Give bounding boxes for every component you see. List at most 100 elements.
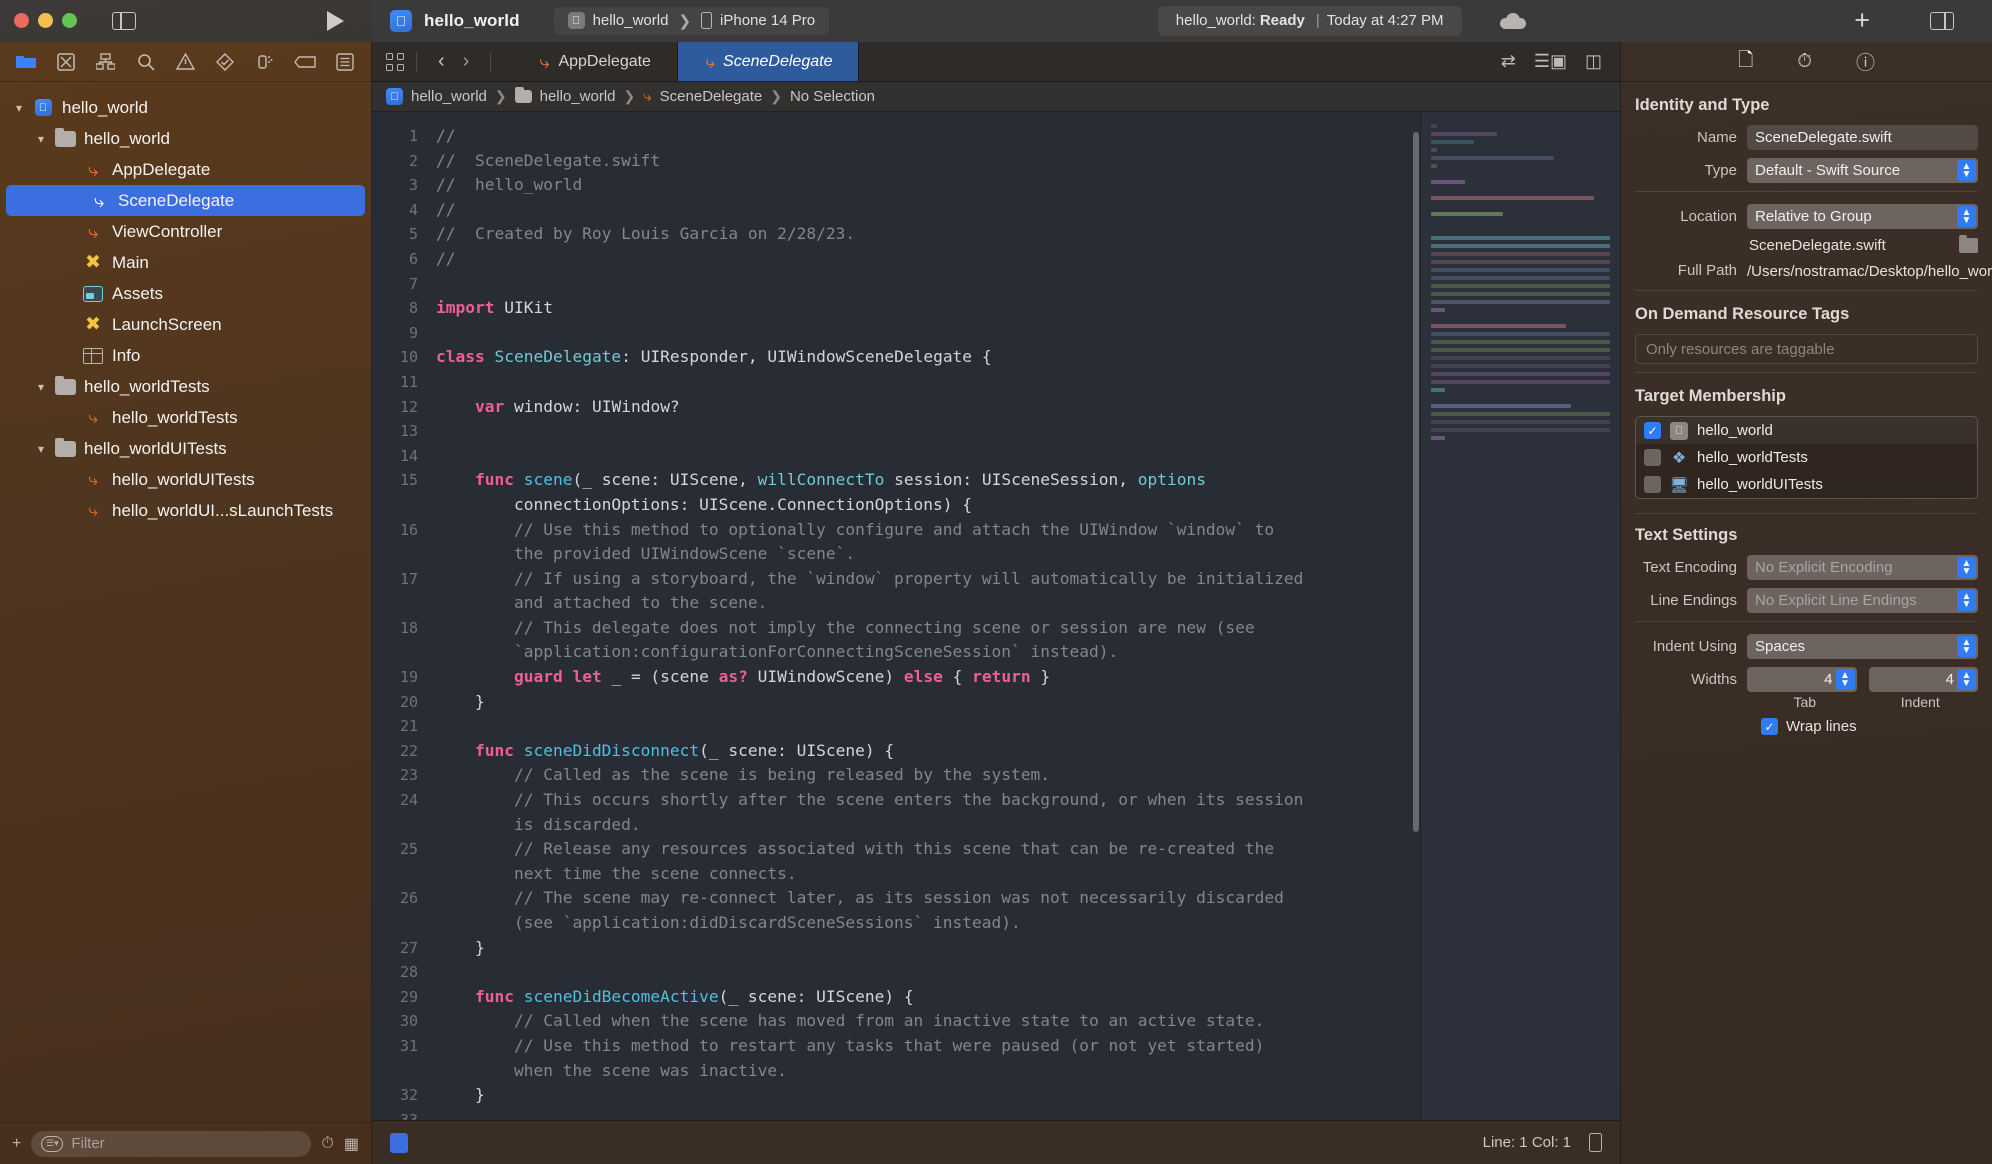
tree-item-hello-worlduitests[interactable]: ⤷ hello_worldUITests (0, 464, 371, 495)
tree-item-scenedelegate[interactable]: ⤷ SceneDelegate (6, 185, 365, 216)
disclosure-triangle-icon[interactable]: ▾ (30, 380, 52, 394)
line-endings-select[interactable]: No Explicit Line Endings ▲ ▼ (1747, 588, 1978, 613)
code-line[interactable]: // Use this method to restart any tasks … (436, 1034, 1420, 1083)
code-line[interactable]: } (436, 936, 1420, 961)
indent-using-select[interactable]: Spaces ▲ ▼ (1747, 634, 1978, 659)
breakpoint-icon[interactable] (390, 1132, 408, 1153)
add-file-button[interactable]: + (12, 1135, 21, 1153)
add-editor-button[interactable]: + (1854, 7, 1870, 34)
breadcrumb-item-group[interactable]: hello_world (540, 88, 616, 105)
breakpoint-icon[interactable] (285, 42, 325, 82)
code-line[interactable]: class SceneDelegate: UIResponder, UIWind… (436, 345, 1420, 370)
code-line[interactable] (436, 960, 1420, 985)
tab-grid-icon[interactable] (386, 52, 404, 71)
code-line[interactable]: // Created by Roy Louis Garcia on 2/28/2… (436, 222, 1420, 247)
tree-item-hello-world[interactable]: ▾  hello_world (0, 92, 371, 123)
tree-item-main[interactable]: ✖ Main (0, 247, 371, 278)
checkbox-checked-icon[interactable]: ✓ (1644, 422, 1661, 439)
report-icon[interactable] (325, 42, 365, 82)
code-line[interactable]: // Called when the scene has moved from … (436, 1009, 1420, 1034)
debug-icon[interactable] (245, 42, 285, 82)
navigate-back-button[interactable]: ‹ (429, 50, 454, 73)
chevron-updown-icon[interactable]: ▲ ▼ (1957, 206, 1976, 227)
code-line[interactable] (436, 1108, 1420, 1120)
tree-item-hello-worldtests[interactable]: ⤷ hello_worldTests (0, 402, 371, 433)
disclosure-triangle-icon[interactable]: ▾ (30, 442, 52, 456)
code-line[interactable]: func scene(_ scene: UIScene, willConnect… (436, 468, 1420, 517)
history-inspector-icon[interactable]: ⏱ (1797, 51, 1812, 73)
scheme-destination-picker[interactable]:  hello_world ❯ iPhone 14 Pro (553, 6, 830, 35)
search-icon[interactable] (126, 42, 166, 82)
file-inspector-icon[interactable]: 🗋 (1738, 46, 1753, 78)
checkbox-checked-icon[interactable]: ✓ (1761, 718, 1778, 735)
code-line[interactable] (436, 370, 1420, 395)
indent-width-stepper[interactable]: 4 ▲ ▼ (1868, 667, 1978, 692)
tree-item-assets[interactable]: Assets (0, 278, 371, 309)
breadcrumb-item-selection[interactable]: No Selection (790, 88, 875, 105)
breadcrumb-item-file[interactable]: SceneDelegate (660, 88, 763, 105)
code-line[interactable]: // (436, 198, 1420, 223)
sidebar-toggle-icon[interactable] (112, 11, 136, 30)
code-line[interactable]: // This occurs shortly after the scene e… (436, 788, 1420, 837)
checkbox-unchecked-icon[interactable] (1644, 476, 1661, 493)
tab-width-stepper[interactable]: 4 ▲ ▼ (1747, 667, 1857, 692)
code-line[interactable]: guard let _ = (scene as? UIWindowScene) … (436, 665, 1420, 690)
code-line[interactable]: // hello_world (436, 173, 1420, 198)
code-line[interactable]: // SceneDelegate.swift (436, 149, 1420, 174)
code-line[interactable] (436, 714, 1420, 739)
chevron-updown-icon[interactable]: ▲ ▼ (1957, 636, 1976, 657)
location-select[interactable]: Relative to Group ▲ ▼ (1747, 204, 1978, 229)
inspector-toggle-icon[interactable] (1930, 11, 1954, 30)
warning-icon[interactable] (166, 42, 206, 82)
code-line[interactable]: // If using a storyboard, the `window` p… (436, 567, 1420, 616)
choose-folder-icon[interactable] (1959, 235, 1978, 253)
chevron-updown-icon[interactable]: ▲ ▼ (1957, 669, 1976, 690)
breadcrumb-item-project[interactable]: hello_world (411, 88, 487, 105)
code-line[interactable]: // (436, 247, 1420, 272)
symbol-hierarchy-icon[interactable] (86, 42, 126, 82)
close-window-button[interactable] (14, 13, 29, 28)
chevron-updown-icon[interactable]: ▲ ▼ (1957, 590, 1976, 611)
navigate-forward-button[interactable]: › (454, 50, 479, 73)
wrap-lines-row[interactable]: ✓ Wrap lines (1621, 718, 1992, 735)
clock-icon[interactable]: ⏱ (321, 1135, 333, 1153)
run-play-icon[interactable] (327, 10, 344, 31)
code-line[interactable]: func sceneDidDisconnect(_ scene: UIScene… (436, 739, 1420, 764)
chevron-updown-icon[interactable]: ▲ ▼ (1957, 557, 1976, 578)
target-row-hello-world[interactable]: ✓  hello_world (1636, 417, 1977, 444)
zoom-window-button[interactable] (62, 13, 77, 28)
test-icon[interactable] (205, 42, 245, 82)
grid-filter-icon[interactable]: ▦ (344, 1134, 359, 1154)
code-line[interactable]: } (436, 690, 1420, 715)
code-line[interactable] (436, 272, 1420, 297)
tree-item-appdelegate[interactable]: ⤷ AppDelegate (0, 154, 371, 185)
encoding-select[interactable]: No Explicit Encoding ▲ ▼ (1747, 555, 1978, 580)
tree-item-info[interactable]: Info (0, 340, 371, 371)
tab-appdelegate[interactable]: ⤷ AppDelegate (513, 42, 678, 81)
code-line[interactable]: // Called as the scene is being released… (436, 763, 1420, 788)
code-line[interactable]: // Use this method to optionally configu… (436, 518, 1420, 567)
tree-item-viewcontroller[interactable]: ⤷ ViewController (0, 216, 371, 247)
cloud-icon[interactable] (1499, 12, 1526, 29)
code-line[interactable]: var window: UIWindow? (436, 395, 1420, 420)
tree-item-hello-worlduitests[interactable]: ▾ hello_worldUITests (0, 433, 371, 464)
code-line[interactable]: // Release any resources associated with… (436, 837, 1420, 886)
type-select[interactable]: Default - Swift Source ▲ ▼ (1747, 158, 1978, 183)
disclosure-triangle-icon[interactable]: ▾ (30, 132, 52, 146)
source-control-icon[interactable] (46, 42, 86, 82)
code-line[interactable]: import UIKit (436, 296, 1420, 321)
folder-icon[interactable] (6, 42, 46, 82)
code-line[interactable]: // (436, 124, 1420, 149)
editor-minimap[interactable] (1420, 112, 1620, 1120)
code-text[interactable]: //// SceneDelegate.swift// hello_world//… (428, 112, 1420, 1120)
code-line[interactable]: // This delegate does not imply the conn… (436, 616, 1420, 665)
code-line[interactable]: } (436, 1083, 1420, 1108)
minimap-toggle-icon[interactable] (1589, 1133, 1602, 1152)
name-input[interactable]: SceneDelegate.swift (1747, 125, 1978, 150)
source-editor[interactable]: 1 2 3 4 5 6 7 8 9 10 11 12 13 14 15 16 17 18 19 20 21 22 23 24 2… (372, 112, 1620, 1120)
help-inspector-icon[interactable]: ⓘ (1856, 48, 1875, 75)
code-line[interactable]: func sceneDidBecomeActive(_ scene: UISce… (436, 985, 1420, 1010)
code-line[interactable] (436, 321, 1420, 346)
checkbox-unchecked-icon[interactable] (1644, 449, 1661, 466)
tree-item-hello-worldui-slaunchtests[interactable]: ⤷ hello_worldUI...sLaunchTests (0, 495, 371, 526)
